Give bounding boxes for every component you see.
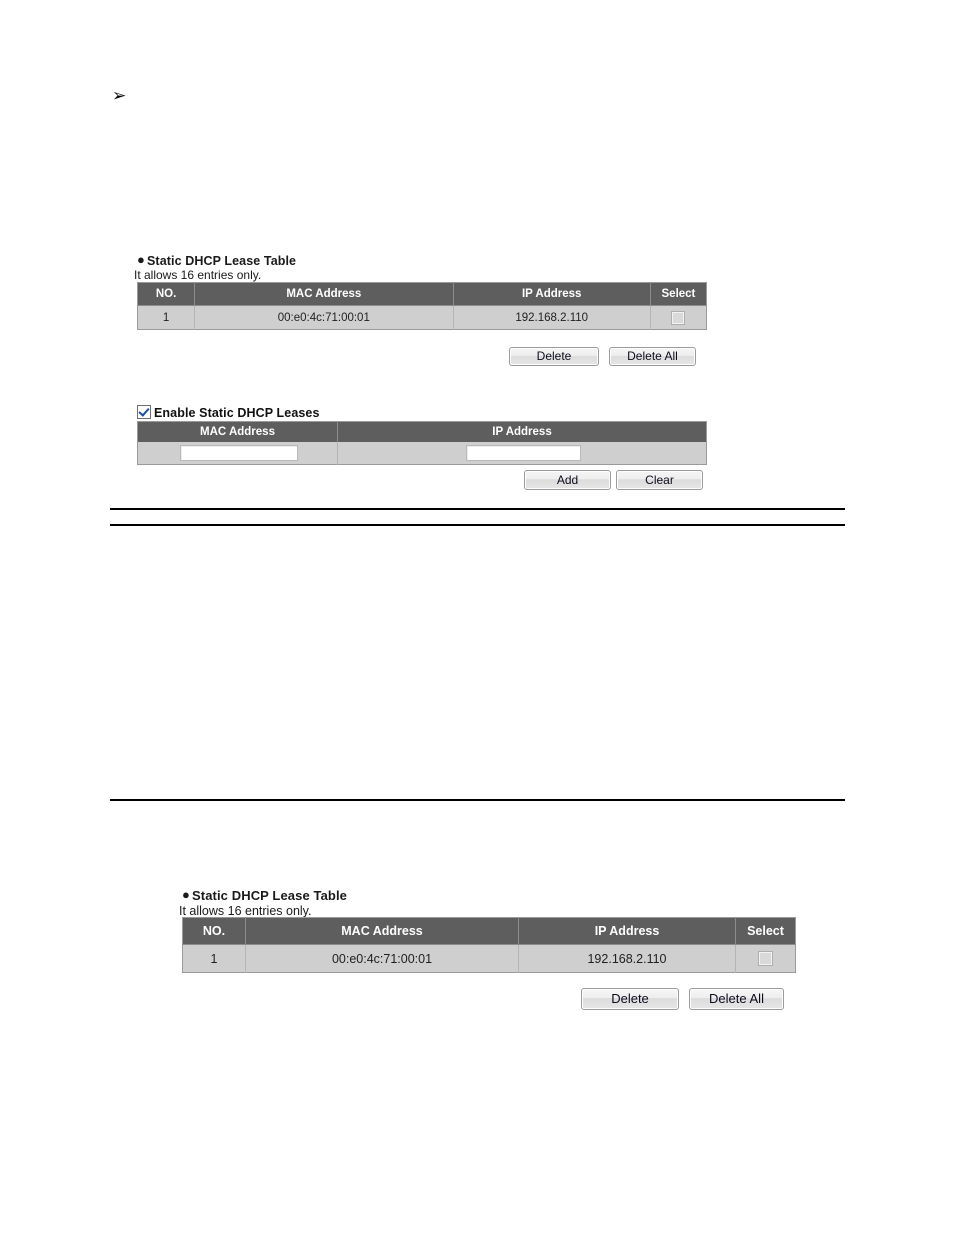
static-dhcp-lease-table-bottom: NO. MAC Address IP Address Select 1 00:e… xyxy=(182,917,796,973)
form-cell-mac-address xyxy=(137,442,338,465)
column-header-mac-address: MAC Address xyxy=(245,917,519,945)
form-input-row xyxy=(137,442,707,465)
table-header-row: NO. MAC Address IP Address Select xyxy=(137,282,707,306)
section-divider-bottom xyxy=(110,799,845,801)
static-dhcp-lease-table-top: NO. MAC Address IP Address Select 1 00:e… xyxy=(137,282,707,330)
cell-mac-address: 00:e0:4c:71:00:01 xyxy=(245,944,519,973)
top-section-heading-text: Static DHCP Lease Table xyxy=(147,254,297,268)
bullet-icon: ● xyxy=(137,252,145,267)
enable-static-dhcp-leases-row[interactable]: Enable Static DHCP Leases xyxy=(137,404,320,420)
cell-ip-address: 192.168.2.110 xyxy=(518,944,736,973)
clear-button[interactable]: Clear xyxy=(616,470,703,490)
column-header-no: NO. xyxy=(182,917,246,945)
add-button[interactable]: Add xyxy=(524,470,611,490)
column-header-ip-address: IP Address xyxy=(518,917,736,945)
table-row: 1 00:e0:4c:71:00:01 192.168.2.110 xyxy=(137,305,707,330)
column-header-select: Select xyxy=(735,917,796,945)
column-header-select: Select xyxy=(650,282,707,306)
cell-select xyxy=(735,944,796,973)
delete-button-top[interactable]: Delete xyxy=(509,347,599,366)
form-cell-ip-address xyxy=(337,442,707,465)
delete-all-button-bottom[interactable]: Delete All xyxy=(689,988,784,1010)
delete-all-button-top[interactable]: Delete All xyxy=(609,347,696,366)
column-header-ip-address: IP Address xyxy=(453,282,651,306)
top-section-heading: ● Static DHCP Lease Table xyxy=(137,253,296,268)
enable-static-dhcp-leases-label: Enable Static DHCP Leases xyxy=(154,406,320,420)
form-header-row: MAC Address IP Address xyxy=(137,421,707,442)
bullet-icon: ● xyxy=(182,887,190,902)
table-header-row: NO. MAC Address IP Address Select xyxy=(182,917,796,945)
bottom-section-heading: ● Static DHCP Lease Table xyxy=(182,888,347,903)
bottom-section-subtext: It allows 16 entries only. xyxy=(179,904,312,918)
form-column-header-ip-address: IP Address xyxy=(337,421,707,442)
section-divider-top xyxy=(110,508,845,510)
arrow-bullet-icon: ➢ xyxy=(112,86,127,106)
form-column-header-mac-address: MAC Address xyxy=(137,421,338,442)
table-row: 1 00:e0:4c:71:00:01 192.168.2.110 xyxy=(182,944,796,973)
top-section-subtext: It allows 16 entries only. xyxy=(134,268,262,282)
column-header-mac-address: MAC Address xyxy=(194,282,454,306)
column-header-no: NO. xyxy=(137,282,196,306)
cell-no: 1 xyxy=(182,944,246,973)
cell-select xyxy=(650,305,707,330)
cell-ip-address: 192.168.2.110 xyxy=(453,305,651,330)
row-select-checkbox[interactable] xyxy=(671,310,686,325)
mac-address-input[interactable] xyxy=(180,445,298,461)
bottom-section-heading-text: Static DHCP Lease Table xyxy=(192,888,347,903)
enable-static-dhcp-leases-checkbox[interactable] xyxy=(137,405,151,419)
static-dhcp-lease-entry-form: MAC Address IP Address xyxy=(137,421,707,465)
delete-button-bottom[interactable]: Delete xyxy=(581,988,679,1010)
section-divider-middle xyxy=(110,524,845,526)
cell-no: 1 xyxy=(137,305,196,330)
row-select-checkbox[interactable] xyxy=(758,951,773,967)
cell-mac-address: 00:e0:4c:71:00:01 xyxy=(194,305,454,330)
ip-address-input[interactable] xyxy=(466,445,581,461)
